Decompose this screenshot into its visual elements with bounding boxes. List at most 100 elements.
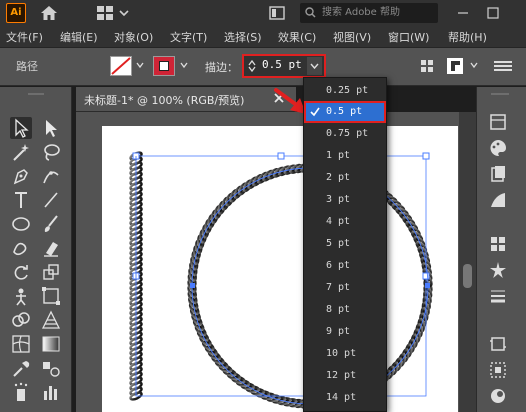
- stroke-option-0-5[interactable]: 0.5 pt: [304, 101, 386, 123]
- menu-edit[interactable]: 编辑(E): [60, 29, 98, 45]
- home-icon[interactable]: [40, 5, 58, 21]
- vertical-scrollbar[interactable]: [459, 112, 476, 412]
- document-tab-title: 未标题-1* @ 100% (RGB/预览): [84, 94, 245, 107]
- fill-swatch[interactable]: [110, 56, 132, 76]
- stroke-option-1[interactable]: 1 pt: [304, 145, 386, 167]
- anchor-point-right[interactable]: [425, 283, 430, 288]
- stroke-option-5[interactable]: 5 pt: [304, 233, 386, 255]
- type-icon: [15, 192, 27, 208]
- search-panel-icon[interactable]: [268, 4, 286, 22]
- menu-object[interactable]: 对象(O): [114, 29, 153, 45]
- artboards-panel-icon[interactable]: [487, 333, 509, 355]
- perspective-grid-tool[interactable]: [40, 309, 62, 331]
- stroke-option-0-75[interactable]: 0.75 pt: [304, 123, 386, 145]
- transform-panel-icon[interactable]: [487, 359, 509, 381]
- blend-icon: [43, 362, 60, 377]
- menu-view[interactable]: 视图(V): [333, 29, 371, 45]
- stroke-option-7[interactable]: 7 pt: [304, 277, 386, 299]
- eyedropper-tool[interactable]: [10, 357, 32, 379]
- scale-tool[interactable]: [40, 261, 62, 283]
- align-options-icon[interactable]: [446, 57, 468, 75]
- gradient-tool[interactable]: [40, 333, 62, 355]
- stroke-panel-icon[interactable]: [487, 285, 509, 307]
- column-graph-tool[interactable]: [40, 381, 62, 403]
- bbox-handle-tr[interactable]: [422, 152, 430, 160]
- toolbar-collapse-icon[interactable]: [26, 91, 46, 97]
- puppet-warp-tool[interactable]: [10, 285, 32, 307]
- chevron-down-icon: [310, 63, 319, 70]
- stroke-option-label: 5 pt: [326, 238, 351, 249]
- menu-type[interactable]: 文字(T): [170, 29, 207, 45]
- stroke-swatch[interactable]: [153, 56, 175, 76]
- stroke-weight-field[interactable]: 0.5 pt: [242, 54, 326, 78]
- anchor-point-left[interactable]: [190, 283, 195, 288]
- right-panel-dock: [476, 87, 526, 412]
- shaper-tool[interactable]: [10, 237, 32, 259]
- symbol-sprayer-tool[interactable]: [10, 381, 32, 403]
- brushes-panel-icon[interactable]: [487, 233, 509, 255]
- stroke-option-3[interactable]: 3 pt: [304, 189, 386, 211]
- symbols-panel-icon[interactable]: [487, 259, 509, 281]
- tools-panel: [0, 87, 72, 412]
- menu-lines-icon[interactable]: [494, 60, 512, 72]
- spring-artwork[interactable]: [102, 126, 458, 412]
- maximize-icon[interactable]: [478, 0, 508, 26]
- eraser-tool[interactable]: [40, 237, 62, 259]
- menu-help[interactable]: 帮助(H): [448, 29, 487, 45]
- scale-icon: [43, 264, 59, 280]
- control-bar: 路径 描边： 0.5 pt: [0, 48, 526, 86]
- artboard[interactable]: [102, 126, 458, 412]
- pen-tool[interactable]: [10, 165, 32, 187]
- workspace-switcher-icon[interactable]: [96, 4, 136, 22]
- canvas-area[interactable]: [76, 112, 476, 412]
- stroke-color-dropdown-icon[interactable]: [180, 61, 188, 69]
- stroke-option-label: 4 pt: [326, 216, 351, 227]
- stroke-option-9[interactable]: 9 pt: [304, 321, 386, 343]
- lasso-tool[interactable]: [40, 141, 62, 163]
- selection-tool[interactable]: [10, 117, 32, 139]
- menu-window[interactable]: 窗口(W): [388, 29, 429, 45]
- scrollbar-thumb[interactable]: [463, 264, 472, 288]
- stroke-option-12[interactable]: 12 pt: [304, 365, 386, 387]
- stroke-option-8[interactable]: 8 pt: [304, 299, 386, 321]
- magic-wand-tool[interactable]: [10, 141, 32, 163]
- layers-panel-icon[interactable]: [487, 163, 509, 185]
- object-type-label: 路径: [16, 60, 38, 73]
- curvature-tool[interactable]: [40, 165, 62, 187]
- paintbrush-tool[interactable]: [40, 213, 62, 235]
- bbox-handle-tm[interactable]: [277, 152, 285, 160]
- color-palette-icon[interactable]: [487, 137, 509, 159]
- line-tool[interactable]: [40, 189, 62, 211]
- stroke-option-2[interactable]: 2 pt: [304, 167, 386, 189]
- panel-collapse-icon[interactable]: [489, 91, 511, 97]
- stroke-spinner-icon[interactable]: [247, 59, 257, 73]
- menu-select[interactable]: 选择(S): [224, 29, 262, 45]
- properties-panel-icon[interactable]: [487, 111, 509, 133]
- free-transform-tool[interactable]: [40, 285, 62, 307]
- stroke-weight-dropdown-button[interactable]: [307, 57, 322, 75]
- mesh-tool[interactable]: [10, 333, 32, 355]
- gradient-panel-icon[interactable]: [487, 189, 509, 211]
- align-dropdown-icon[interactable]: [470, 61, 478, 69]
- type-tool[interactable]: [10, 189, 32, 211]
- blend-tool[interactable]: [40, 357, 62, 379]
- direct-selection-tool[interactable]: [40, 117, 62, 139]
- menu-file[interactable]: 文件(F): [6, 29, 43, 45]
- minimize-icon[interactable]: [448, 0, 478, 26]
- stroke-option-0-25[interactable]: 0.25 pt: [304, 80, 386, 102]
- stroke-option-4[interactable]: 4 pt: [304, 211, 386, 233]
- shape-builder-tool[interactable]: [10, 309, 32, 331]
- stroke-option-10[interactable]: 10 pt: [304, 343, 386, 365]
- search-input[interactable]: 搜索 Adobe 帮助: [300, 3, 438, 23]
- document-tab[interactable]: 未标题-1* @ 100% (RGB/预览): [76, 87, 296, 112]
- stroke-option-14[interactable]: 14 pt: [304, 387, 386, 409]
- appearance-panel-icon[interactable]: [487, 385, 509, 407]
- fill-dropdown-icon[interactable]: [136, 61, 144, 69]
- stroke-option-6[interactable]: 6 pt: [304, 255, 386, 277]
- search-icon: [305, 7, 316, 18]
- grid-options-icon[interactable]: [420, 59, 434, 73]
- menu-effect[interactable]: 效果(C): [278, 29, 316, 45]
- rotate-tool[interactable]: [10, 261, 32, 283]
- ellipse-tool[interactable]: [10, 213, 32, 235]
- symbol-sprayer-icon: [14, 382, 28, 401]
